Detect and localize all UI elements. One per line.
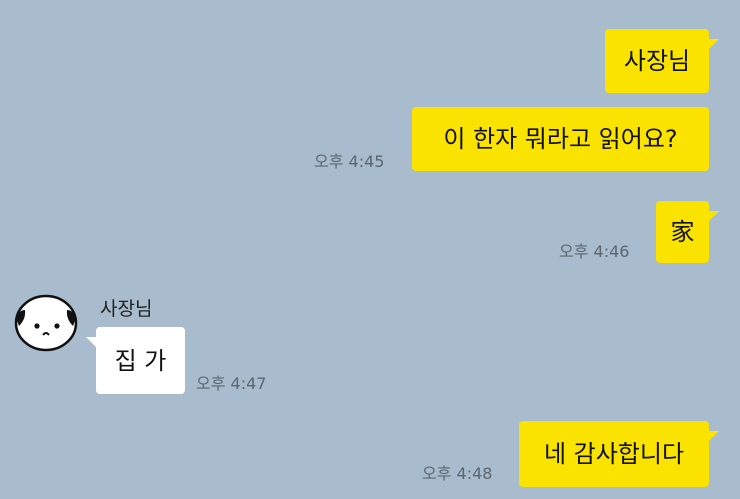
message-timestamp: 오후 4:47 [196, 374, 267, 393]
bubble-tail [86, 337, 98, 349]
message-timestamp: 오후 4:46 [559, 242, 630, 261]
message-timestamp: 오후 4:48 [422, 464, 493, 483]
chat-window: 사장님 이 한자 뭐라고 읽어요? 오후 4:45 家 오후 4:46 사장님 … [0, 0, 740, 499]
message-timestamp: 오후 4:45 [314, 152, 385, 171]
message-bubble-mine[interactable]: 家 [656, 201, 719, 263]
message-text: 이 한자 뭐라고 읽어요? [443, 125, 678, 153]
sad-face-avatar-icon[interactable] [13, 292, 79, 352]
bubble-tail [707, 39, 719, 51]
message-text: 家 [670, 218, 695, 246]
message-bubble-mine[interactable]: 이 한자 뭐라고 읽어요? [412, 107, 709, 171]
message-bubble-mine[interactable]: 네 감사합니다 [519, 421, 719, 487]
message-bubble-mine[interactable]: 사장님 [605, 29, 719, 93]
message-text: 네 감사합니다 [543, 440, 685, 468]
message-text: 집 가 [114, 346, 167, 375]
bubble-tail [707, 211, 719, 223]
sender-name: 사장님 [100, 298, 153, 320]
bubble-tail [707, 431, 719, 443]
message-text: 사장님 [623, 47, 691, 75]
message-bubble-theirs[interactable]: 집 가 [86, 327, 185, 394]
